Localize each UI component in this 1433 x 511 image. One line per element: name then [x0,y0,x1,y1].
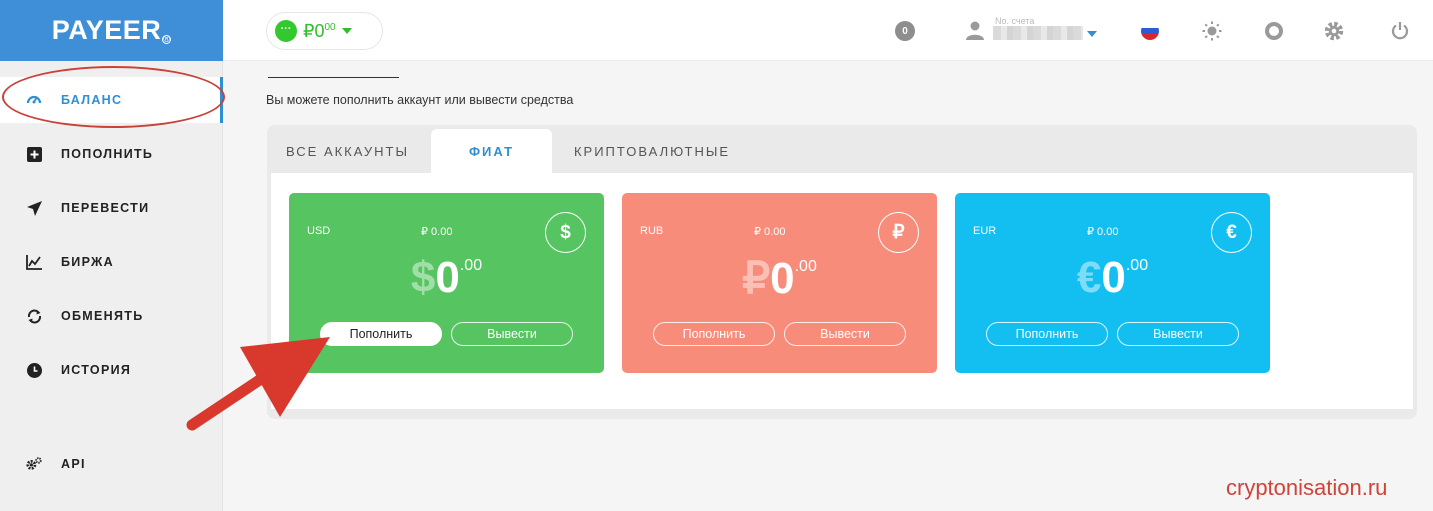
wallet-dots-icon: ··· [275,20,297,42]
exchange-arrows-icon [26,308,42,324]
plus-square-icon [26,146,42,162]
gears-icon [26,456,42,472]
tab-fiat[interactable]: ФИАТ [431,129,552,173]
sidebar-item-exchange-market[interactable]: БИРЖА [0,239,223,285]
sidebar-item-label: БИРЖА [61,255,114,269]
rub-equivalent: ₽ 0.00 [421,226,453,238]
support-icon[interactable] [1263,20,1285,42]
sidebar-item-transfer[interactable]: ПЕРЕВЕСТИ [0,185,223,231]
registered-mark: ® [162,34,172,44]
currency-code: RUB [640,225,664,237]
account-balance: ₽0.00 [742,254,817,303]
russia-flag-icon[interactable] [1141,22,1159,40]
sidebar-item-label: ПОПОЛНИТЬ [61,147,154,161]
sidebar: БАЛАНС ПОПОЛНИТЬ ПЕРЕВЕСТИ БИРЖА ОБМЕНЯТ… [0,61,223,511]
dollar-icon: $ [545,212,586,253]
payeer-logo[interactable]: PAYEER ® [0,0,223,61]
chevron-down-icon [341,28,352,34]
deposit-button[interactable]: Пополнить [986,322,1108,346]
withdraw-button[interactable]: Вывести [451,322,573,346]
power-icon[interactable] [1389,20,1411,42]
sun-icon[interactable] [1201,20,1223,42]
euro-icon: € [1211,212,1252,253]
sidebar-item-label: ОБМЕНЯТЬ [61,309,144,323]
tab-all-accounts[interactable]: ВСЕ АККАУНТЫ [275,129,420,173]
notifications-badge[interactable]: 0 [895,21,915,41]
gear-icon[interactable] [1323,20,1345,42]
withdraw-button[interactable]: Вывести [1117,322,1239,346]
account-balance: €0.00 [1076,253,1149,302]
logo-text: PAYEER [51,15,162,45]
page-subtitle: Вы можете пополнить аккаунт или вывести … [266,93,574,107]
balance-selector[interactable]: ··· ₽000 [266,12,383,50]
sidebar-item-label: API [61,457,86,471]
sidebar-item-deposit[interactable]: ПОПОЛНИТЬ [0,131,223,177]
annotation-arrow [186,337,330,431]
clock-icon [26,362,42,378]
sidebar-item-api[interactable]: API [0,441,223,487]
ruble-icon: ₽ [878,212,919,253]
section-divider [268,77,399,78]
currency-code: EUR [973,225,997,237]
currency-code: USD [307,225,331,237]
account-number-redacted[interactable] [993,26,1083,40]
tab-crypto[interactable]: КРИПТОВАЛЮТНЫЕ [566,129,738,173]
account-card-eur: EUR ₽ 0.00 € €0.00 Пополнить Вывести [955,193,1270,373]
topbar: ··· ₽000 0 No. счета [224,0,1433,61]
rub-equivalent: ₽ 0.00 [1087,226,1119,238]
sidebar-item-label: ПЕРЕВЕСТИ [61,201,150,215]
balance-amount: ₽000 [303,20,336,41]
account-number-label: No. счета [995,16,1035,26]
sidebar-item-balance[interactable]: БАЛАНС [0,77,223,123]
chart-line-icon [26,254,42,270]
account-balance: $0.00 [410,253,483,302]
deposit-button[interactable]: Пополнить [653,322,775,346]
sidebar-item-label: ИСТОРИЯ [61,363,132,377]
paper-plane-icon [26,200,42,216]
user-icon[interactable] [965,20,985,45]
account-card-rub: RUB ₽ 0.00 ₽ ₽0.00 Пополнить Вывести [622,193,937,373]
speedometer-icon [26,92,42,108]
sidebar-item-label: БАЛАНС [61,93,123,107]
watermark: cryptonisation.ru [1226,475,1388,500]
withdraw-button[interactable]: Вывести [784,322,906,346]
chevron-down-icon[interactable] [1087,31,1097,37]
rub-equivalent: ₽ 0.00 [754,226,786,238]
